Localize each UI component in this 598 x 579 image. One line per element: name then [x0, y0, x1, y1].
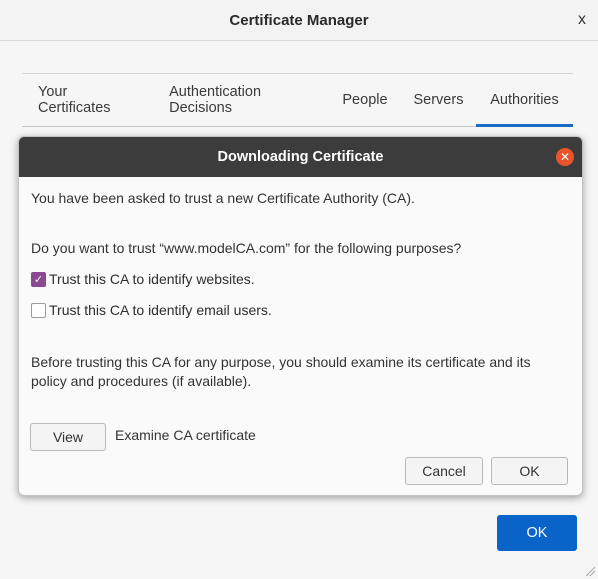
window-titlebar: Certificate Manager x	[0, 0, 598, 41]
checkbox-empty-icon	[31, 302, 46, 318]
resize-grip-icon[interactable]	[584, 565, 596, 577]
downloading-certificate-dialog: Downloading Certificate ✕ You have been …	[18, 136, 583, 496]
trust-email-checkbox[interactable]: Trust this CA to identify email users.	[31, 302, 272, 318]
checkmark-icon: ✓	[31, 271, 46, 287]
window-title: Certificate Manager	[229, 11, 369, 29]
dialog-header: Downloading Certificate ✕	[19, 137, 582, 177]
tab-bar: Your Certificates Authentication Decisio…	[22, 73, 574, 127]
tab-label: Authentication Decisions	[169, 84, 262, 116]
window-close-icon[interactable]: x	[572, 10, 592, 30]
trust-websites-label: Trust this CA to identify websites.	[49, 271, 255, 287]
view-button[interactable]: View	[30, 423, 106, 451]
view-description: Examine CA certificate	[115, 427, 256, 443]
tab-label: Authorities	[490, 92, 559, 108]
tab-people[interactable]: People	[329, 74, 401, 126]
dialog-close-icon[interactable]: ✕	[556, 148, 574, 166]
tab-label: Your Certificates	[38, 84, 111, 116]
dialog-ok-button[interactable]: OK	[491, 457, 568, 485]
tab-label: Servers	[413, 92, 464, 108]
cancel-button[interactable]: Cancel	[405, 457, 483, 485]
ok-button[interactable]: OK	[497, 515, 577, 551]
tab-label: People	[342, 92, 388, 108]
dialog-question: Do you want to trust “www.modelCA.com” f…	[31, 240, 462, 256]
trust-websites-checkbox[interactable]: ✓ Trust this CA to identify websites.	[31, 271, 255, 287]
trust-email-label: Trust this CA to identify email users.	[49, 302, 272, 318]
tab-authorities[interactable]: Authorities	[475, 74, 574, 127]
tab-authentication-decisions[interactable]: Authentication Decisions	[155, 74, 329, 126]
dialog-intro: You have been asked to trust a new Certi…	[31, 190, 415, 206]
tab-your-certificates[interactable]: Your Certificates	[22, 74, 155, 126]
tab-servers[interactable]: Servers	[401, 74, 476, 126]
dialog-title: Downloading Certificate	[217, 149, 384, 165]
dialog-advice: Before trusting this CA for any purpose,…	[31, 354, 531, 389]
